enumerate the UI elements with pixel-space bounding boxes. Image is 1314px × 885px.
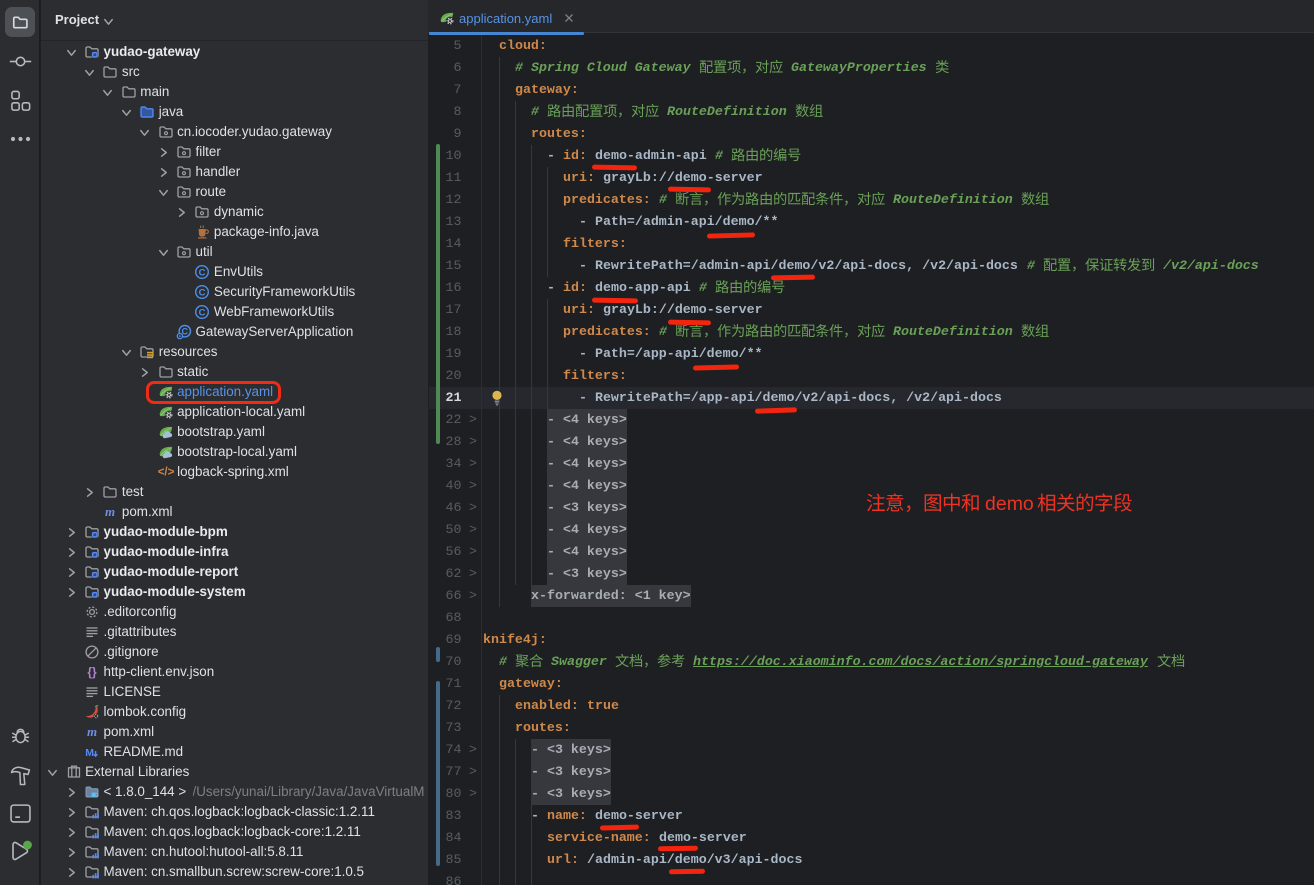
svg-text:</>: </> [158, 467, 174, 479]
svg-text:M: M [85, 747, 94, 759]
svg-text:m: m [105, 504, 115, 519]
svg-text:{}: {} [87, 665, 97, 679]
svg-text:C: C [199, 267, 206, 278]
svg-text:m: m [87, 724, 97, 739]
svg-text:C: C [199, 307, 206, 318]
svg-text:C: C [199, 287, 206, 298]
